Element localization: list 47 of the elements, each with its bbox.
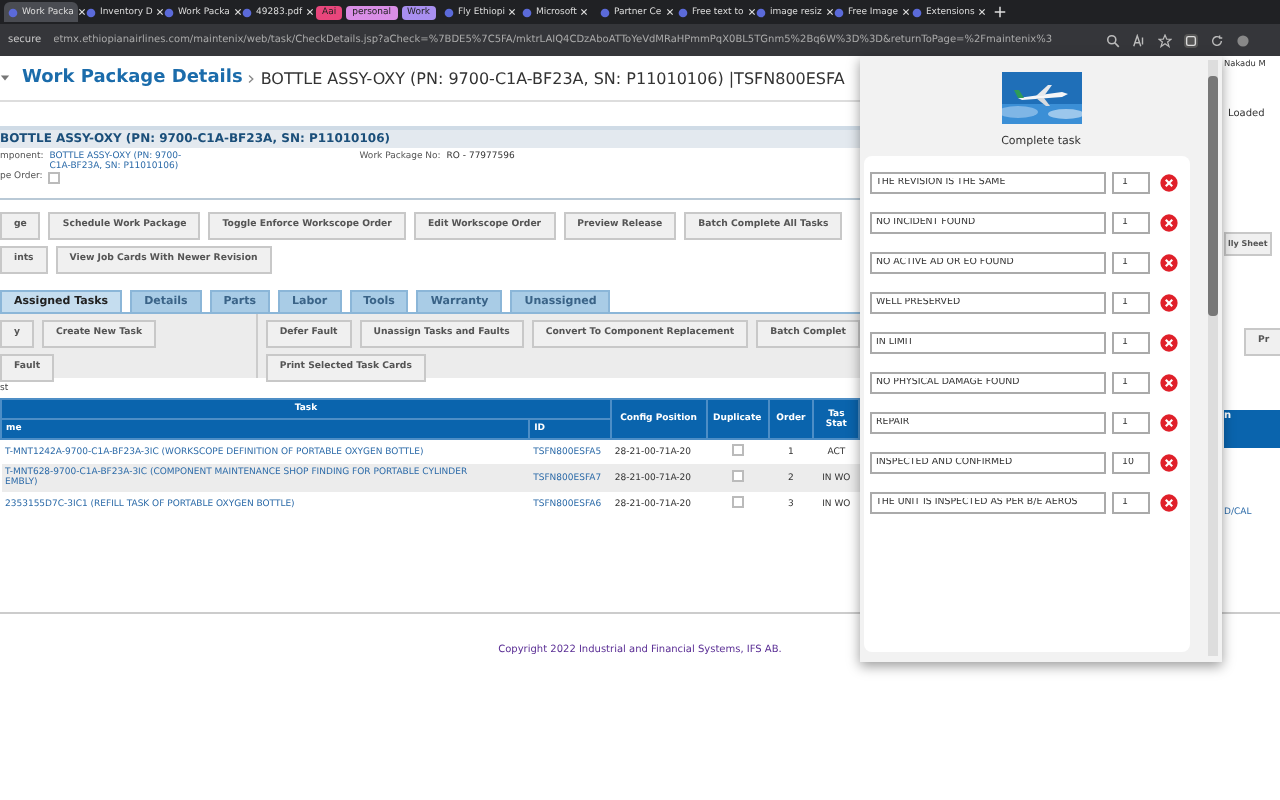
read-aloud-icon[interactable]: [1131, 33, 1146, 47]
site-icon: [164, 7, 174, 17]
site-icon: [521, 7, 532, 17]
site-icon: [677, 7, 688, 17]
site-icon: [833, 7, 844, 17]
remove-icon[interactable]: [1160, 454, 1178, 472]
extension-icon[interactable]: [1183, 33, 1198, 47]
close-icon[interactable]: [156, 8, 165, 16]
site-icon: [8, 7, 18, 17]
breadcrumb: BOTTLE ASSY-OXY (PN: 9700-C1A-BF23A, SN: P11010106) |TSFN800ESFA: [260, 69, 845, 87]
remove-icon[interactable]: [1160, 294, 1178, 312]
site-icon: [599, 7, 610, 17]
close-icon[interactable]: [77, 8, 86, 16]
checkbox[interactable]: [731, 470, 744, 482]
profile-icon[interactable]: [1235, 33, 1250, 47]
close-icon[interactable]: [233, 8, 242, 16]
remove-icon[interactable]: [1160, 254, 1178, 272]
remove-icon[interactable]: [1160, 494, 1178, 512]
close-icon[interactable]: [902, 8, 911, 16]
page-title: Work Package Details: [22, 68, 243, 88]
remove-icon[interactable]: [1160, 414, 1178, 432]
checkbox[interactable]: [731, 496, 744, 508]
checkbox[interactable]: [731, 444, 744, 456]
remove-icon[interactable]: [1160, 174, 1178, 192]
site-icon: [911, 7, 922, 17]
checkbox[interactable]: [48, 172, 61, 184]
refresh-icon[interactable]: [1209, 33, 1224, 47]
scrollbar[interactable]: [1208, 60, 1218, 656]
star-icon[interactable]: [1157, 33, 1172, 47]
close-icon[interactable]: [665, 8, 674, 16]
remove-icon[interactable]: [1160, 374, 1178, 392]
site-icon: [86, 7, 96, 17]
caret-icon[interactable]: [0, 74, 10, 82]
close-icon[interactable]: [747, 8, 756, 16]
close-icon[interactable]: [580, 8, 589, 16]
close-icon[interactable]: [306, 8, 315, 16]
remove-icon[interactable]: [1160, 334, 1178, 352]
zoom-icon[interactable]: [1105, 33, 1120, 47]
site-icon: [242, 7, 252, 17]
remove-icon[interactable]: [1160, 214, 1178, 232]
new-tab-icon[interactable]: [993, 6, 1006, 18]
site-icon: [443, 7, 454, 17]
chevron-icon: [248, 73, 255, 83]
close-icon[interactable]: [978, 8, 987, 16]
close-icon[interactable]: [508, 8, 517, 16]
close-icon[interactable]: [825, 8, 834, 16]
site-icon: [755, 7, 766, 17]
